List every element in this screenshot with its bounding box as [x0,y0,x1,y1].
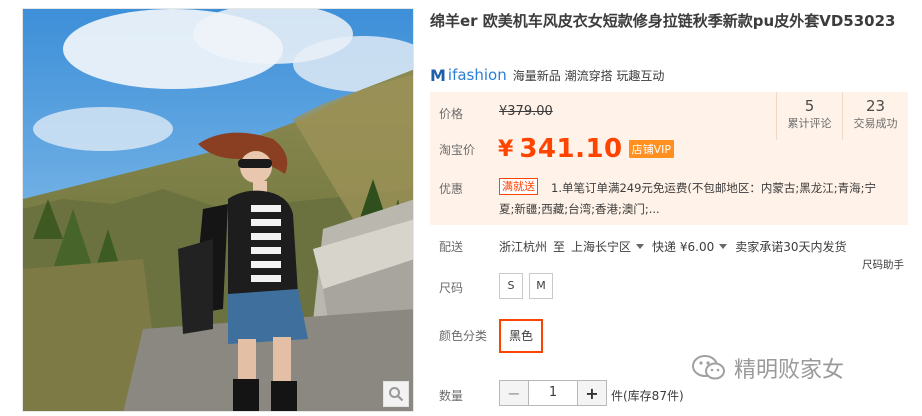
currency-symbol: ¥ [498,136,514,162]
reviews-label: 累计评论 [787,117,832,130]
promo-price-label: 淘宝价 [439,143,476,157]
caret-down-icon[interactable] [719,244,728,249]
brand-slogan: 海量新品 潮流穿搭 玩趣互动 [512,68,665,83]
size-label: 尺码 [439,281,464,295]
quantity-stepper: − 1 + [499,380,607,406]
zoom-icon[interactable] [383,381,409,407]
brand-logo[interactable]: M ifashion [430,66,507,85]
delivery-content: 浙江杭州 至 上海长宁区 快递 ¥6.00 卖家承诺30天内发货 [499,238,847,255]
caret-down-icon[interactable] [636,244,645,249]
delivery-label: 配送 [439,240,464,254]
brand-logo-text: ifashion [447,66,507,84]
color-label: 颜色分类 [439,329,488,343]
product-title: 绵羊er 欧美机车风皮衣女短款修身拉链秋季新款pu皮外套VD53023 [430,12,896,30]
size-helper-link[interactable]: 尺码助手 [862,257,904,272]
watermark-text: 精明败家女 [734,358,845,383]
reviews-count: 5 [804,97,815,115]
stock-info: 件(库存87件) [611,389,684,403]
delivery-destination[interactable]: 上海长宁区 [571,238,631,255]
brand-bar: M ifashion 海量新品 潮流穿搭 玩趣互动 [430,64,664,86]
promotion-text-line1: 1.单笔订单满249元免运费(不包邮地区：内蒙古;黑龙江;青海;宁 [551,181,877,195]
size-option-s[interactable]: S [499,273,523,299]
delivery-method[interactable]: 快递 ¥6.00 [652,238,714,255]
promotion-label: 优惠 [439,182,464,196]
watermark: 精明败家女 [692,352,844,384]
size-option-m[interactable]: M [529,273,553,299]
delivery-from: 浙江杭州 [499,240,548,254]
promo-price: ¥ 341.10 店铺VIP [498,134,675,164]
promotion-badge: 满就送 [499,178,538,195]
delivery-promise: 卖家承诺30天内发货 [735,240,847,254]
quantity-row: 数量 − 1 + 件(库存87件) [430,380,908,408]
price-label: 价格 [439,107,464,121]
stat-transactions[interactable]: 23 交易成功 [842,92,908,140]
original-price: ¥379.00 [499,104,553,119]
transactions-count: 23 [865,97,886,115]
quantity-label: 数量 [439,389,464,403]
brand-m-icon: M [430,65,446,85]
product-photo-illustration [23,9,413,411]
promo-price-value: 341.10 [519,134,623,164]
vip-badge[interactable]: 店铺VIP [628,140,675,158]
promotion-text-line2[interactable]: 夏;新疆;西藏;台湾;香港;澳门;... [499,199,909,220]
price-panel: 价格 ¥379.00 5 累计评论 23 交易成功 淘宝价 ¥ 341.10 店… [430,92,908,225]
color-option-selected[interactable]: 黑色 [499,319,543,353]
wechat-icon [692,355,725,380]
delivery-to-word: 至 [553,240,566,254]
stat-reviews[interactable]: 5 累计评论 [776,92,842,140]
delivery-row: 配送 浙江杭州 至 上海长宁区 快递 ¥6.00 卖家承诺30天内发货 [430,236,908,256]
quantity-decrease-button[interactable]: − [499,380,529,406]
stats-group: 5 累计评论 23 交易成功 [776,92,908,140]
transactions-label: 交易成功 [853,117,898,130]
quantity-increase-button[interactable]: + [577,380,607,406]
quantity-input[interactable]: 1 [529,380,577,406]
product-image[interactable] [22,8,414,412]
